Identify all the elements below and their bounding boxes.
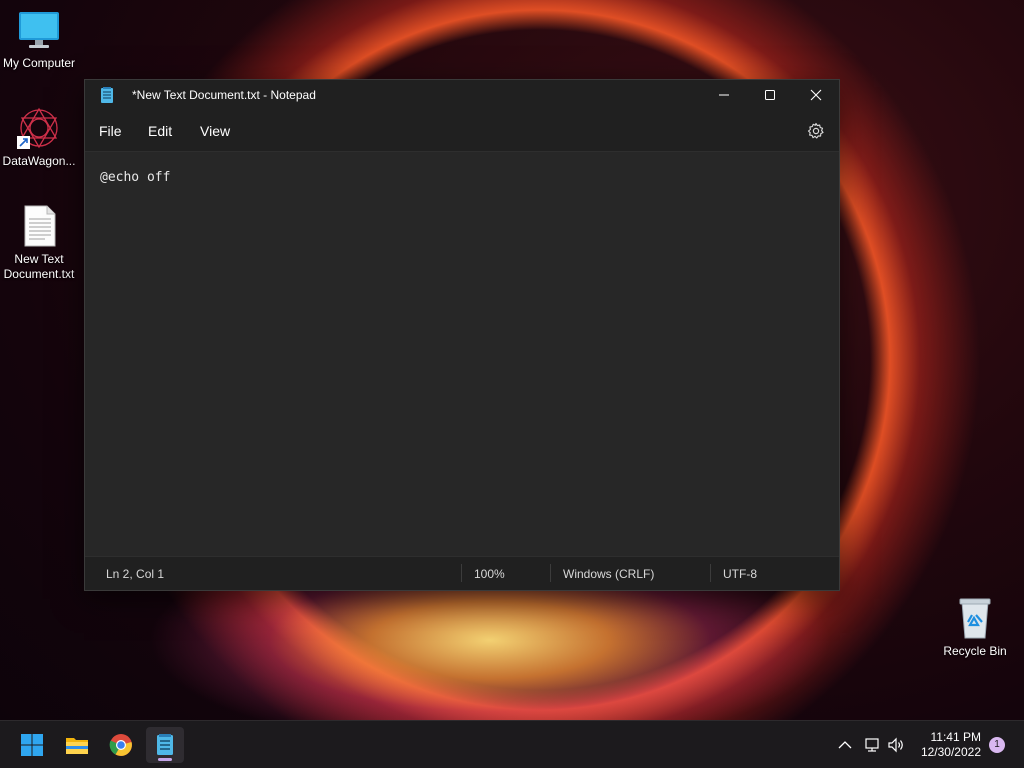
close-button[interactable] xyxy=(793,80,839,110)
editor-content: @echo off xyxy=(100,170,171,185)
window-title: *New Text Document.txt - Notepad xyxy=(132,88,316,102)
desktop-icon-datawagon[interactable]: DataWagon... xyxy=(0,106,78,169)
notepad-icon xyxy=(101,87,113,103)
menu-bar: File Edit View xyxy=(85,110,839,151)
network-icon[interactable] xyxy=(863,736,881,754)
maximize-button[interactable] xyxy=(747,80,793,110)
recycle-bin-icon xyxy=(953,596,997,640)
taskbar-notepad[interactable] xyxy=(146,727,184,763)
settings-gear-icon[interactable] xyxy=(807,122,825,140)
desktop-icon-new-text-document[interactable]: New Text Document.txt xyxy=(0,204,78,282)
text-file-icon xyxy=(17,204,61,248)
minimize-button[interactable] xyxy=(701,80,747,110)
notification-badge[interactable]: 1 xyxy=(989,737,1005,753)
notepad-icon xyxy=(157,734,173,755)
system-clock[interactable]: 11:41 PM 12/30/2022 xyxy=(921,730,981,760)
show-hidden-icons-chevron-up-icon[interactable] xyxy=(836,736,854,754)
title-bar[interactable]: *New Text Document.txt - Notepad xyxy=(85,80,839,110)
monitor-icon xyxy=(17,8,61,52)
file-explorer-icon xyxy=(66,738,88,754)
clock-date: 12/30/2022 xyxy=(920,745,981,759)
status-bar: Ln 2, Col 1 100% Windows (CRLF) UTF-8 xyxy=(85,556,839,590)
desktop-icon-label: New Text Document.txt xyxy=(3,252,75,281)
status-encoding: UTF-8 xyxy=(723,567,757,581)
status-zoom: 100% xyxy=(474,567,505,581)
status-divider xyxy=(550,564,551,582)
chrome-icon xyxy=(109,734,132,756)
maximize-icon xyxy=(765,90,775,100)
status-line-ending: Windows (CRLF) xyxy=(563,567,655,581)
taskbar-chrome[interactable] xyxy=(102,727,140,763)
datawagon-app-icon xyxy=(17,106,61,150)
status-cursor-position: Ln 2, Col 1 xyxy=(106,567,165,581)
clock-time: 11:41 PM xyxy=(930,730,981,744)
minimize-icon xyxy=(719,94,729,96)
close-icon xyxy=(810,89,822,101)
desktop-icon-label: Recycle Bin xyxy=(943,644,1007,658)
desktop-icon-label: My Computer xyxy=(2,56,76,70)
menu-file[interactable]: File xyxy=(99,123,122,139)
volume-icon[interactable] xyxy=(887,736,905,754)
notepad-window: *New Text Document.txt - Notepad File Ed… xyxy=(84,79,840,591)
status-divider xyxy=(710,564,711,582)
start-button[interactable] xyxy=(13,727,51,763)
desktop-icon-my-computer[interactable]: My Computer xyxy=(0,8,78,71)
taskbar-file-explorer[interactable] xyxy=(58,727,96,763)
menu-edit[interactable]: Edit xyxy=(148,123,172,139)
status-divider xyxy=(461,564,462,582)
start-icon xyxy=(21,734,43,756)
menu-view[interactable]: View xyxy=(200,123,230,139)
desktop-icon-label: DataWagon... xyxy=(2,154,76,168)
taskbar: 11:41 PM 12/30/2022 1 xyxy=(0,720,1024,768)
desktop-icon-recycle-bin[interactable]: Recycle Bin xyxy=(936,596,1014,659)
text-editor[interactable]: @echo off xyxy=(85,151,839,558)
active-indicator xyxy=(158,758,172,761)
